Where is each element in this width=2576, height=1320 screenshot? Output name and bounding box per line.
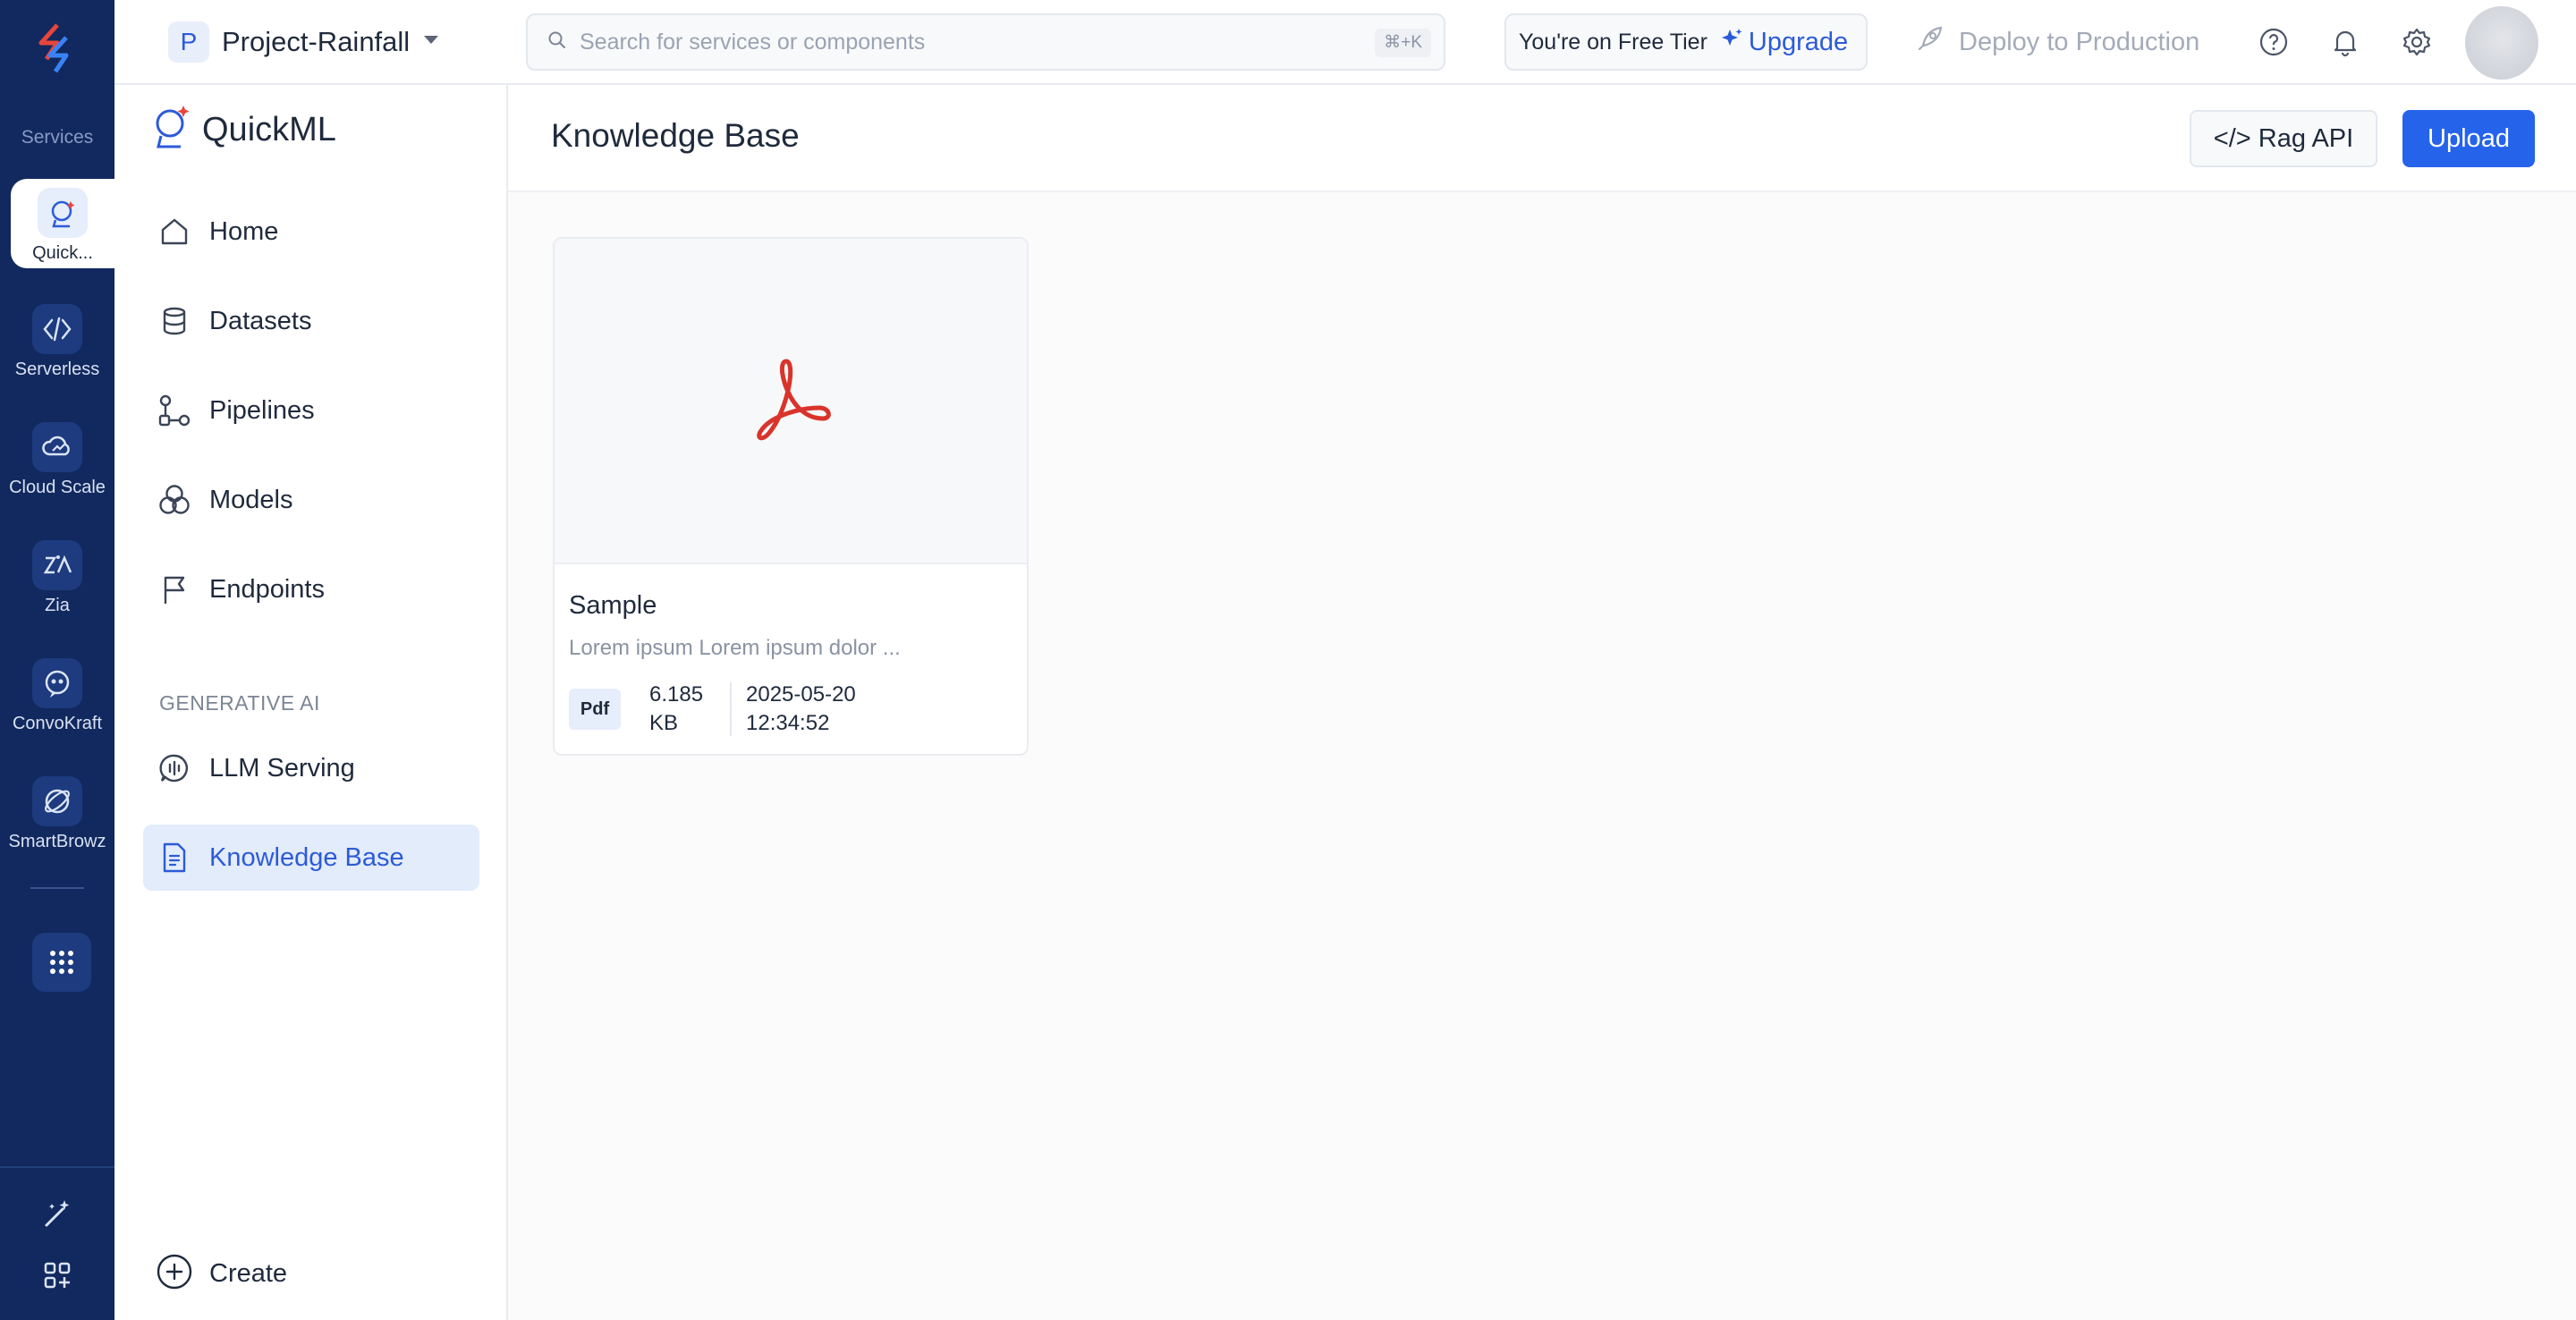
rail-item-label: Zia (45, 596, 70, 615)
sidebar-item-label: Knowledge Base (209, 842, 404, 872)
file-date-value: 2025-05-20 (746, 682, 856, 707)
sidebar-item-label: Home (209, 216, 279, 246)
cloud-scale-icon (32, 422, 82, 472)
file-date: 2025-05-20 12:34:52 (746, 681, 889, 738)
models-icon (157, 483, 191, 517)
project-initial-badge: P (168, 21, 209, 63)
sidebar-item-label: Endpoints (209, 574, 325, 604)
meta-divider (730, 682, 732, 736)
quickml-logo-icon (150, 104, 193, 157)
project-name: Project-Rainfall (222, 26, 411, 57)
document-card[interactable]: Sample Lorem ipsum Lorem ipsum dolor ...… (553, 237, 1029, 756)
catalyst-logo-icon[interactable] (30, 20, 84, 79)
file-size: 6.185 KB (649, 681, 712, 738)
deploy-to-production-button[interactable]: Deploy to Production (1916, 18, 2199, 66)
section-title-generative-ai: GENERATIVE AI (159, 691, 320, 715)
magic-wand-icon[interactable] (39, 1195, 75, 1231)
search-input[interactable] (580, 29, 1295, 55)
pdf-icon (746, 354, 835, 448)
rail-divider (30, 887, 84, 889)
serverless-icon (32, 304, 82, 354)
database-icon (157, 304, 191, 338)
caret-down-icon (422, 34, 440, 51)
upgrade-link[interactable]: Upgrade (1720, 27, 1848, 57)
document-thumbnail (555, 239, 1027, 564)
rail-item-label: ConvoKraft (12, 714, 103, 733)
rail-item-smartbrowz[interactable]: SmartBrowz (0, 776, 114, 875)
main-content: Knowledge Base </> Rag API Upload Sample… (508, 85, 2576, 1320)
sidebar-item-pipelines[interactable]: Pipelines (143, 377, 479, 444)
project-switcher[interactable]: P Project-Rainfall (168, 20, 440, 64)
rail-title: Services (21, 127, 94, 148)
zia-icon (32, 540, 82, 590)
create-button[interactable]: Create (156, 1253, 287, 1294)
quickml-brand: QuickML (150, 103, 336, 157)
flag-icon (157, 572, 191, 606)
sidebar-item-label: Datasets (209, 306, 312, 335)
page-title: Knowledge Base (551, 117, 800, 154)
rail-item-convokraft[interactable]: ConvoKraft (0, 658, 114, 757)
sidebar-item-home[interactable]: Home (143, 199, 479, 265)
sparkle-icon (1720, 27, 1743, 57)
plus-circle-icon (156, 1253, 193, 1295)
file-size-unit: KB (649, 711, 679, 735)
rail-bottom-divider (0, 1166, 114, 1168)
document-title: Sample (569, 591, 657, 620)
search-shortcut-hint: ⌘+K (1375, 29, 1431, 57)
sidebar-item-endpoints[interactable]: Endpoints (143, 556, 479, 622)
rail-item-label: SmartBrowz (8, 832, 106, 851)
rail-item-label: Serverless (14, 360, 100, 379)
upload-button[interactable]: Upload (2402, 110, 2535, 167)
pipeline-icon (157, 393, 191, 427)
deploy-label: Deploy to Production (1959, 27, 2200, 56)
document-description: Lorem ipsum Lorem ipsum dolor ... (569, 636, 901, 660)
file-time-value: 12:34:52 (746, 711, 830, 735)
rail-item-cloud-scale[interactable]: Cloud Scale (0, 422, 114, 520)
rag-api-button[interactable]: </> Rag API (2190, 110, 2377, 167)
file-type-badge: Pdf (569, 689, 621, 730)
sidebar-item-label: LLM Serving (209, 753, 355, 783)
sidebar-item-label: Models (209, 485, 293, 514)
add-widget-icon[interactable] (39, 1257, 75, 1293)
rail-item-label: Cloud Scale (9, 478, 106, 497)
tier-text: You're on Free Tier (1519, 29, 1707, 55)
sidebar-item-llm-serving[interactable]: LLM Serving (143, 735, 479, 801)
rocket-icon (1916, 24, 1945, 60)
rail-item-zia[interactable]: Zia (0, 540, 114, 639)
services-rail: Services Quick... Serverless Cloud Scale… (0, 0, 114, 1320)
gear-icon[interactable] (2399, 24, 2435, 60)
page-header: Knowledge Base </> Rag API Upload (508, 85, 2576, 192)
create-label: Create (209, 1258, 288, 1288)
global-search[interactable]: ⌘+K (526, 13, 1445, 71)
user-avatar[interactable] (2465, 6, 2538, 80)
quickml-icon (38, 188, 88, 238)
sidebar-item-datasets[interactable]: Datasets (143, 288, 479, 354)
apps-grid-icon[interactable] (32, 933, 91, 992)
smartbrowz-icon (32, 776, 82, 826)
help-icon[interactable] (2256, 24, 2292, 60)
bell-icon[interactable] (2327, 24, 2363, 60)
top-bar: P Project-Rainfall ⌘+K You're on Free Ti… (114, 0, 2576, 85)
convokraft-icon (32, 658, 82, 708)
quickml-sidebar: QuickML Home Datasets Pipelines Models E… (114, 85, 508, 1320)
search-icon (547, 30, 567, 55)
file-size-value: 6.185 (649, 682, 704, 707)
upgrade-label: Upgrade (1748, 27, 1849, 56)
brand-name: QuickML (202, 110, 336, 148)
home-icon (157, 215, 191, 249)
rail-item-label: Quick... (32, 243, 93, 263)
llm-serving-icon (157, 751, 191, 785)
document-icon (157, 841, 191, 875)
sidebar-item-models[interactable]: Models (143, 467, 479, 533)
free-tier-banner: You're on Free Tier Upgrade (1504, 13, 1868, 71)
rail-item-quickml[interactable]: Quick... (11, 179, 114, 268)
rail-item-serverless[interactable]: Serverless (0, 304, 114, 402)
document-meta: Pdf 6.185 KB 2025-05-20 12:34:52 (569, 681, 889, 738)
sidebar-item-label: Pipelines (209, 395, 315, 425)
sidebar-item-knowledge-base[interactable]: Knowledge Base (143, 825, 479, 891)
